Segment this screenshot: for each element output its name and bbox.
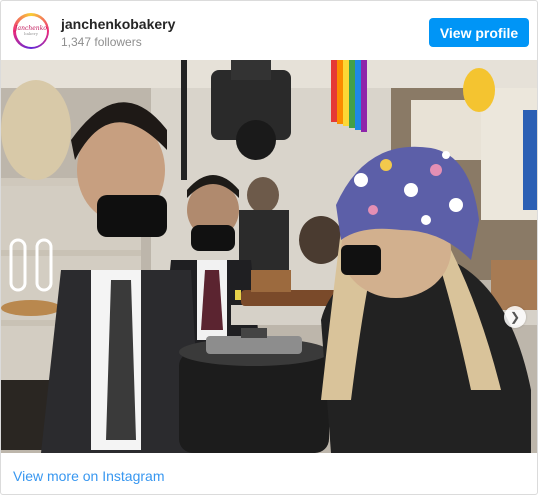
follower-count: 1,347 followers — [61, 35, 142, 49]
post-header: Janchenko bakery janchenkobakery 1,347 f… — [1, 1, 537, 63]
avatar-logo: Janchenko bakery — [15, 15, 47, 47]
avatar-logo-subtext: bakery — [24, 31, 38, 36]
post-photo[interactable]: ❯ — [1, 60, 537, 453]
username[interactable]: janchenkobakery — [61, 16, 175, 32]
profile-avatar[interactable]: Janchenko bakery — [13, 13, 49, 49]
pride-flag — [331, 60, 367, 132]
chevron-right-icon: ❯ — [509, 310, 521, 324]
view-profile-button[interactable]: View profile — [429, 18, 529, 47]
carousel-next-button[interactable]: ❯ — [504, 306, 526, 328]
view-more-on-instagram-link[interactable]: View more on Instagram — [13, 468, 164, 484]
photo-illustration — [1, 60, 537, 453]
instagram-embed-card: Janchenko bakery janchenkobakery 1,347 f… — [0, 0, 538, 495]
